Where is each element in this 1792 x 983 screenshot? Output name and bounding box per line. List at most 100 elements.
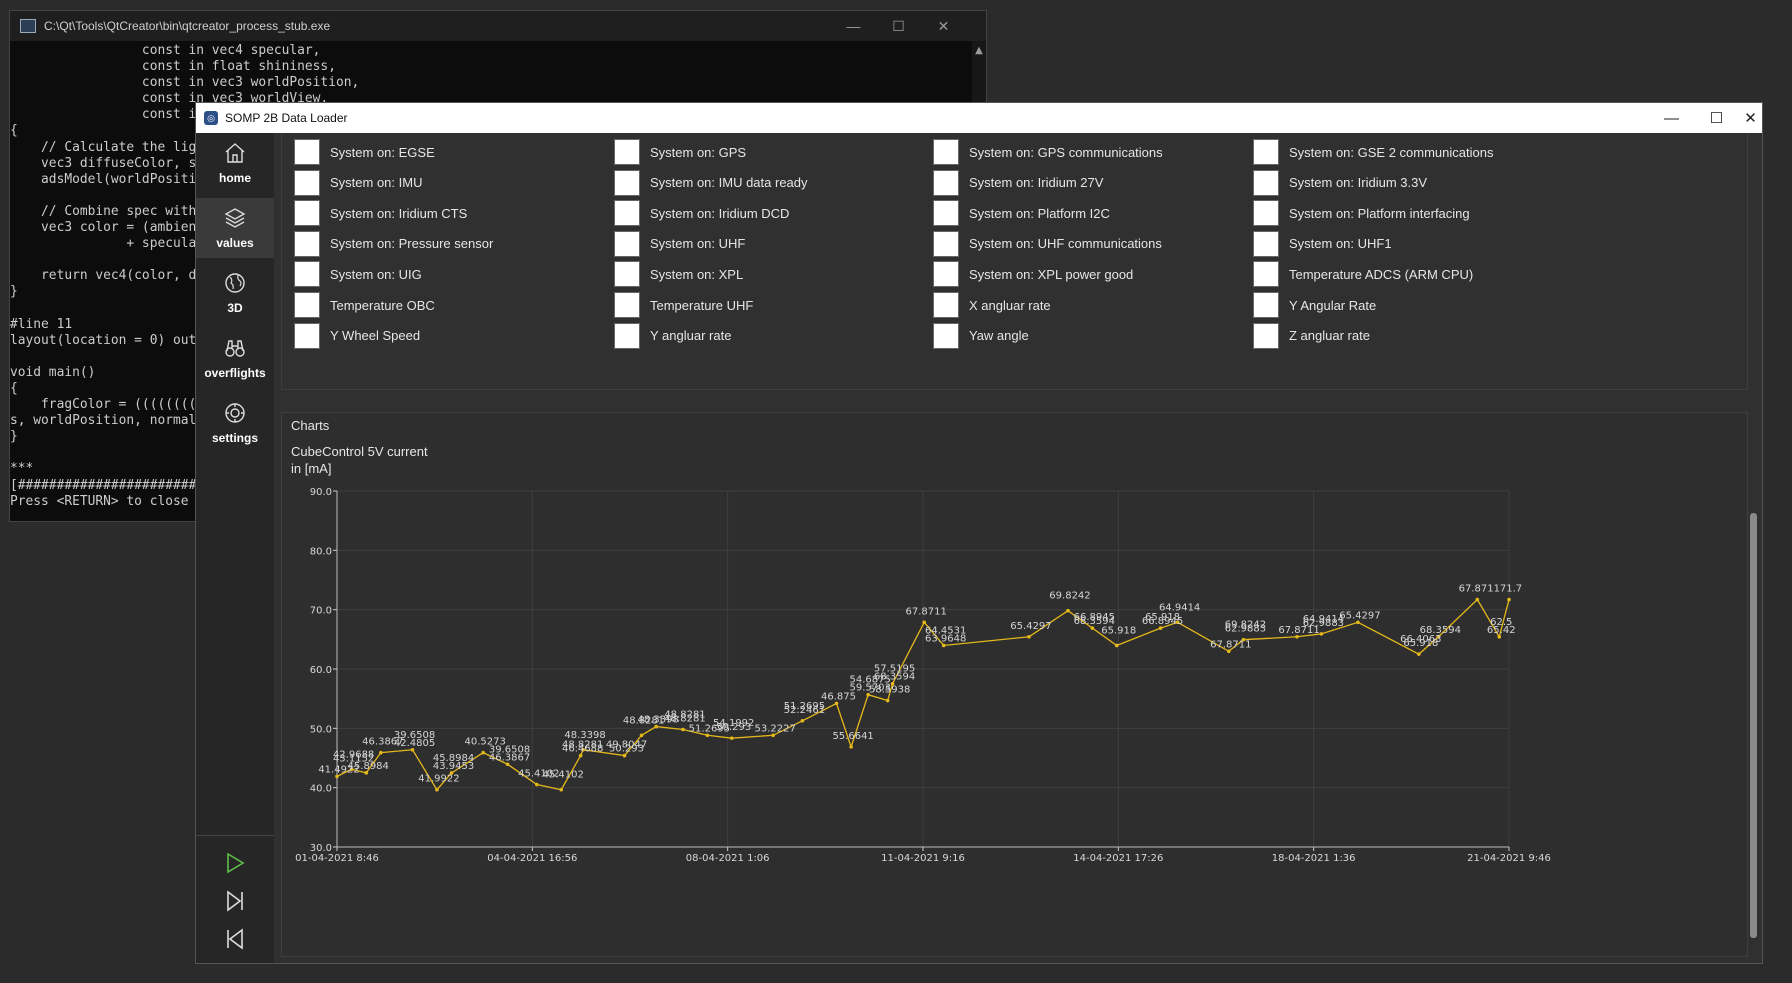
value-checkbox[interactable]: System on: IMU	[294, 168, 422, 198]
checkbox-label: System on: EGSE	[330, 144, 435, 160]
checkbox-box[interactable]	[614, 230, 640, 257]
y-tick-label: 80.0	[310, 546, 332, 557]
checkbox-box[interactable]	[614, 292, 640, 318]
checkbox-box[interactable]	[1253, 292, 1279, 318]
checkbox-box[interactable]	[1253, 230, 1279, 257]
checkbox-label: System on: GSE 2 communications	[1289, 144, 1494, 160]
value-checkbox[interactable]: Temperature OBC	[294, 290, 435, 320]
checkbox-box[interactable]	[933, 169, 959, 196]
value-checkbox[interactable]: System on: Platform I2C	[933, 198, 1110, 228]
data-label: 69.8242	[1049, 591, 1090, 602]
value-checkbox[interactable]: System on: Iridium DCD	[614, 198, 789, 228]
checkbox-label: System on: IMU data ready	[650, 175, 808, 191]
checkbox-label: Y angluar rate	[650, 328, 732, 344]
value-checkbox-panel: System on: EGSE System on: GPS System on: …	[281, 133, 1748, 390]
settings-icon	[225, 403, 245, 423]
checkbox-label: System on: Iridium DCD	[650, 205, 790, 221]
checkbox-box[interactable]	[614, 200, 640, 227]
checkbox-box[interactable]	[1253, 261, 1279, 288]
checkbox-box[interactable]	[294, 322, 320, 349]
value-checkbox[interactable]: System on: XPL	[614, 259, 743, 289]
checkbox-box[interactable]	[294, 261, 320, 288]
nav-values[interactable]: values	[196, 198, 274, 258]
data-point	[681, 727, 685, 732]
value-checkbox[interactable]: Y Wheel Speed	[294, 321, 420, 351]
data-label: 48.8281	[562, 740, 603, 751]
nav-home[interactable]: home	[196, 133, 274, 193]
checkbox-box[interactable]	[933, 322, 959, 349]
checkbox-label: System on: Pressure sensor	[330, 236, 494, 252]
checkbox-label: System on: XPL power good	[969, 266, 1134, 282]
nav-settings[interactable]: settings	[196, 393, 274, 453]
value-checkbox[interactable]: System on: Platform interfacing	[1253, 198, 1470, 228]
checkbox-box[interactable]	[294, 169, 320, 196]
checkbox-box[interactable]	[1253, 322, 1279, 349]
nav-overflights[interactable]: overflights	[196, 328, 274, 388]
skip-back-button[interactable]	[196, 927, 274, 951]
checkbox-box[interactable]	[1253, 169, 1279, 196]
scrollbar-thumb[interactable]	[1750, 513, 1757, 938]
checkbox-box[interactable]	[933, 139, 959, 165]
play-button[interactable]	[196, 851, 274, 875]
checkbox-box[interactable]	[294, 292, 320, 318]
checkbox-box[interactable]	[614, 139, 640, 165]
value-checkbox[interactable]: System on: EGSE	[294, 137, 435, 167]
checkbox-box[interactable]	[1253, 200, 1279, 227]
value-checkbox[interactable]: System on: XPL power good	[933, 259, 1133, 289]
close-icon[interactable]: ✕	[921, 11, 966, 41]
checkbox-label: System on: GPS	[650, 144, 747, 160]
value-checkbox[interactable]: Y Angular Rate	[1253, 290, 1376, 320]
checkbox-label: System on: Platform I2C	[969, 205, 1110, 221]
checkbox-box[interactable]	[294, 200, 320, 227]
value-checkbox[interactable]: Temperature ADCS (ARM CPU)	[1253, 259, 1473, 289]
data-label: 65.4297	[1339, 610, 1380, 621]
skip-forward-button[interactable]	[196, 889, 274, 913]
value-checkbox[interactable]: System on: Iridium CTS	[294, 198, 467, 228]
value-checkbox[interactable]: X angluar rate	[933, 290, 1051, 320]
minimize-icon[interactable]: —	[831, 11, 876, 41]
data-point	[1027, 634, 1031, 639]
value-checkbox[interactable]: System on: UHF	[614, 229, 745, 259]
x-tick-label: 18-04-2021 1:36	[1272, 853, 1356, 864]
nav-label: 3D	[227, 301, 243, 315]
value-checkbox[interactable]: System on: UHF1	[1253, 229, 1392, 259]
app-titlebar[interactable]: ◎ SOMP 2B Data Loader — ☐ ✕	[196, 103, 1762, 133]
checkbox-box[interactable]	[1253, 139, 1279, 165]
maximize-icon[interactable]: ☐	[876, 11, 921, 41]
console-titlebar[interactable]: C:\Qt\Tools\QtCreator\bin\qtcreator_proc…	[10, 11, 986, 41]
value-checkbox[interactable]: Temperature UHF	[614, 290, 753, 320]
checkbox-box[interactable]	[933, 261, 959, 288]
maximize-icon[interactable]: ☐	[1694, 103, 1739, 133]
value-checkbox[interactable]: System on: UHF communications	[933, 229, 1162, 259]
checkbox-box[interactable]	[614, 169, 640, 196]
value-checkbox[interactable]: Yaw angle	[933, 321, 1029, 351]
value-checkbox[interactable]: System on: UIG	[294, 259, 422, 289]
checkbox-box[interactable]	[933, 292, 959, 318]
scroll-up-icon[interactable]: ▲	[972, 45, 986, 56]
value-checkbox[interactable]: System on: Pressure sensor	[294, 229, 493, 259]
close-icon[interactable]: ✕	[1739, 103, 1762, 133]
checkbox-box[interactable]	[294, 230, 320, 257]
checkbox-box[interactable]	[614, 261, 640, 288]
value-checkbox[interactable]: Z angluar rate	[1253, 321, 1370, 351]
content-scrollbar[interactable]	[1750, 133, 1757, 963]
value-checkbox[interactable]: System on: GPS	[614, 137, 746, 167]
charts-panel: 90.0 80.0 70.0 60.0 50.0 40.0 30.0 01-04-2021 8…	[281, 412, 1748, 957]
checkbox-box[interactable]	[933, 230, 959, 257]
data-point	[481, 750, 485, 755]
data-point	[535, 782, 539, 787]
value-checkbox[interactable]: System on: Iridium 27V	[933, 168, 1103, 198]
nav-3d[interactable]: 3D	[196, 263, 274, 323]
data-point	[379, 750, 383, 755]
value-checkbox[interactable]: System on: GSE 2 communications	[1253, 137, 1493, 167]
checkbox-box[interactable]	[294, 139, 320, 165]
checkbox-box[interactable]	[933, 200, 959, 227]
value-checkbox[interactable]: System on: IMU data ready	[614, 168, 808, 198]
value-checkbox[interactable]: System on: GPS communications	[933, 137, 1163, 167]
layers-icon	[224, 208, 246, 228]
value-checkbox[interactable]: System on: Iridium 3.3V	[1253, 168, 1427, 198]
y-tick-label: 90.0	[310, 487, 332, 498]
value-checkbox[interactable]: Y angluar rate	[614, 321, 731, 351]
minimize-icon[interactable]: —	[1649, 103, 1694, 133]
checkbox-box[interactable]	[614, 322, 640, 349]
